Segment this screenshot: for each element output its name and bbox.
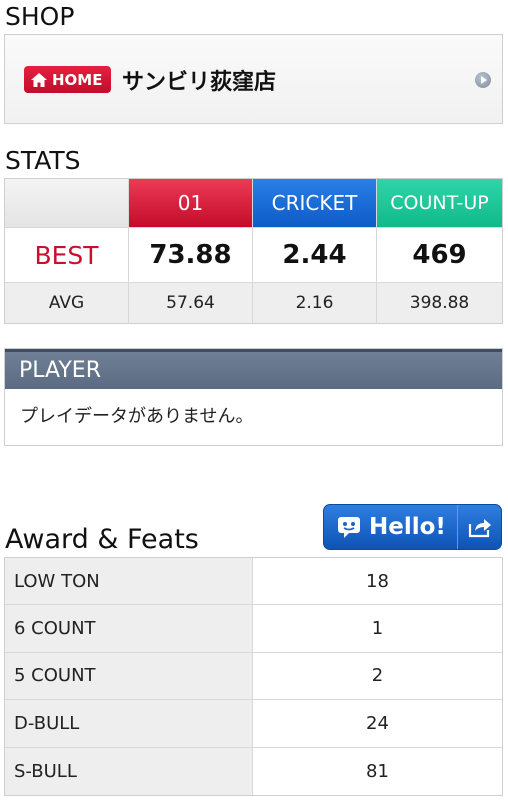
home-badge-label: HOME: [52, 70, 103, 89]
share-button[interactable]: [458, 505, 501, 549]
player-message: プレイデータがありません。: [20, 406, 254, 427]
table-row: 6 COUNT 1: [5, 605, 502, 653]
award-value: 81: [366, 760, 389, 782]
table-row: D-BULL 24: [5, 700, 502, 748]
avg-01-value: 57.64: [129, 283, 253, 323]
award-label: 6 COUNT: [5, 605, 253, 652]
award-value: 24: [366, 712, 389, 734]
home-icon: [31, 72, 47, 87]
table-row: 5 COUNT 2: [5, 652, 502, 701]
shop-link[interactable]: HOME サンビリ荻窪店: [4, 34, 503, 124]
award-value: 2: [371, 665, 384, 687]
chat-bubble-icon: [338, 517, 360, 538]
table-row: LOW TON 18: [5, 558, 502, 606]
avg-count-up-value: 398.88: [409, 293, 470, 313]
stats-header-count-up: COUNT-UP: [377, 179, 502, 227]
best-cricket-value: 2.44: [253, 228, 377, 282]
stats-header-cricket: CRICKET: [253, 179, 377, 227]
stats-header-row: 01 CRICKET COUNT-UP: [5, 179, 502, 227]
home-badge: HOME: [24, 66, 111, 93]
hello-main[interactable]: Hello!: [324, 505, 458, 549]
table-row: S-BULL 81: [5, 747, 502, 795]
hello-button[interactable]: Hello!: [323, 504, 502, 550]
player-panel: PLAYER プレイデータがありません。: [4, 348, 503, 446]
stats-section-title: STATS: [5, 146, 81, 175]
stats-avg-row: AVG 57.64 2.16 398.88: [5, 283, 502, 323]
award-table: LOW TON 18 6 COUNT 1 5 COUNT 2 D-BULL 24…: [4, 557, 503, 796]
stats-header-empty: [5, 179, 129, 227]
best-count-up-value: 469: [412, 240, 467, 270]
award-label: LOW TON: [5, 558, 253, 605]
avg-cricket-value: 2.16: [253, 283, 377, 323]
shop-name: サンビリ荻窪店: [122, 70, 277, 95]
stats-table: 01 CRICKET COUNT-UP BEST 73.88 2.44 469 …: [4, 178, 503, 324]
award-label: S-BULL: [5, 747, 253, 795]
award-section-title: Award & Feats: [5, 524, 199, 555]
best-01-value: 73.88: [129, 228, 253, 282]
award-label: D-BULL: [5, 700, 253, 747]
award-value: 18: [366, 570, 389, 592]
stats-header-01: 01: [129, 179, 253, 227]
best-label: BEST: [5, 228, 129, 282]
avg-label: AVG: [5, 283, 129, 323]
award-label: 5 COUNT: [5, 652, 253, 700]
player-header: PLAYER: [5, 349, 502, 389]
stats-best-row: BEST 73.88 2.44 469: [5, 227, 502, 283]
shop-section-title: SHOP: [5, 2, 75, 31]
share-icon: [468, 519, 491, 538]
arrow-right-circle-icon[interactable]: [475, 72, 491, 88]
award-value: 1: [371, 618, 384, 640]
hello-label: Hello!: [369, 514, 446, 540]
